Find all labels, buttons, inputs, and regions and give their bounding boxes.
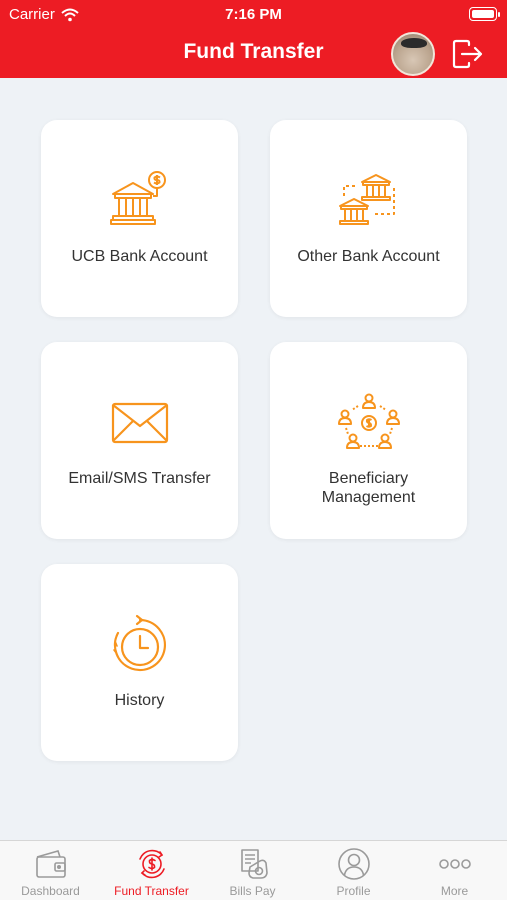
card-label: History (114, 692, 165, 709)
tab-label: Profile (336, 884, 371, 898)
bills-pay-icon (241, 849, 268, 879)
tab-label: Fund Transfer (114, 884, 189, 898)
nav-bar: Fund Transfer (0, 30, 507, 78)
status-bar: Carrier 7:16 PM (0, 0, 507, 30)
battery-icon (469, 7, 500, 21)
other-bank-account-card[interactable]: Other Bank Account (270, 120, 467, 317)
tab-label: More (440, 884, 469, 898)
history-card[interactable]: History (41, 564, 238, 761)
tab-label: Bills Pay (229, 884, 276, 898)
tab-bills-pay[interactable]: Bills Pay (202, 841, 303, 900)
beneficiary-network-icon (338, 393, 400, 449)
tab-profile[interactable]: Profile (303, 841, 404, 900)
transfer-dollar-icon (139, 849, 165, 879)
ucb-bank-account-card[interactable]: UCB Bank Account (41, 120, 238, 317)
beneficiary-management-card[interactable]: Beneficiary Management (270, 342, 467, 539)
bank-dollar-icon (110, 171, 166, 225)
tab-fund-transfer[interactable]: Fund Transfer (101, 841, 202, 900)
more-dots-icon (439, 859, 471, 869)
card-label: UCB Bank Account (71, 248, 208, 265)
tab-dashboard[interactable]: Dashboard (0, 841, 101, 900)
email-sms-transfer-card[interactable]: Email/SMS Transfer (41, 342, 238, 539)
envelope-icon (111, 402, 169, 444)
bank-transfer-icon (339, 174, 395, 225)
profile-icon (338, 848, 370, 880)
card-label: Beneficiary Management (321, 470, 416, 506)
card-label: Email/SMS Transfer (68, 470, 211, 487)
wallet-icon (36, 850, 66, 878)
logout-icon[interactable] (452, 39, 484, 69)
fund-transfer-menu: UCB Bank Account Other Bank Account Emai… (0, 78, 507, 840)
user-avatar[interactable] (391, 32, 435, 76)
tab-more[interactable]: More (404, 841, 505, 900)
tab-bar: Dashboard Fund Transfer Bills Pay Profil… (0, 840, 507, 900)
history-clock-icon (113, 614, 166, 672)
card-label: Other Bank Account (297, 248, 440, 265)
tab-label: Dashboard (21, 884, 80, 898)
clock: 7:16 PM (225, 6, 282, 23)
